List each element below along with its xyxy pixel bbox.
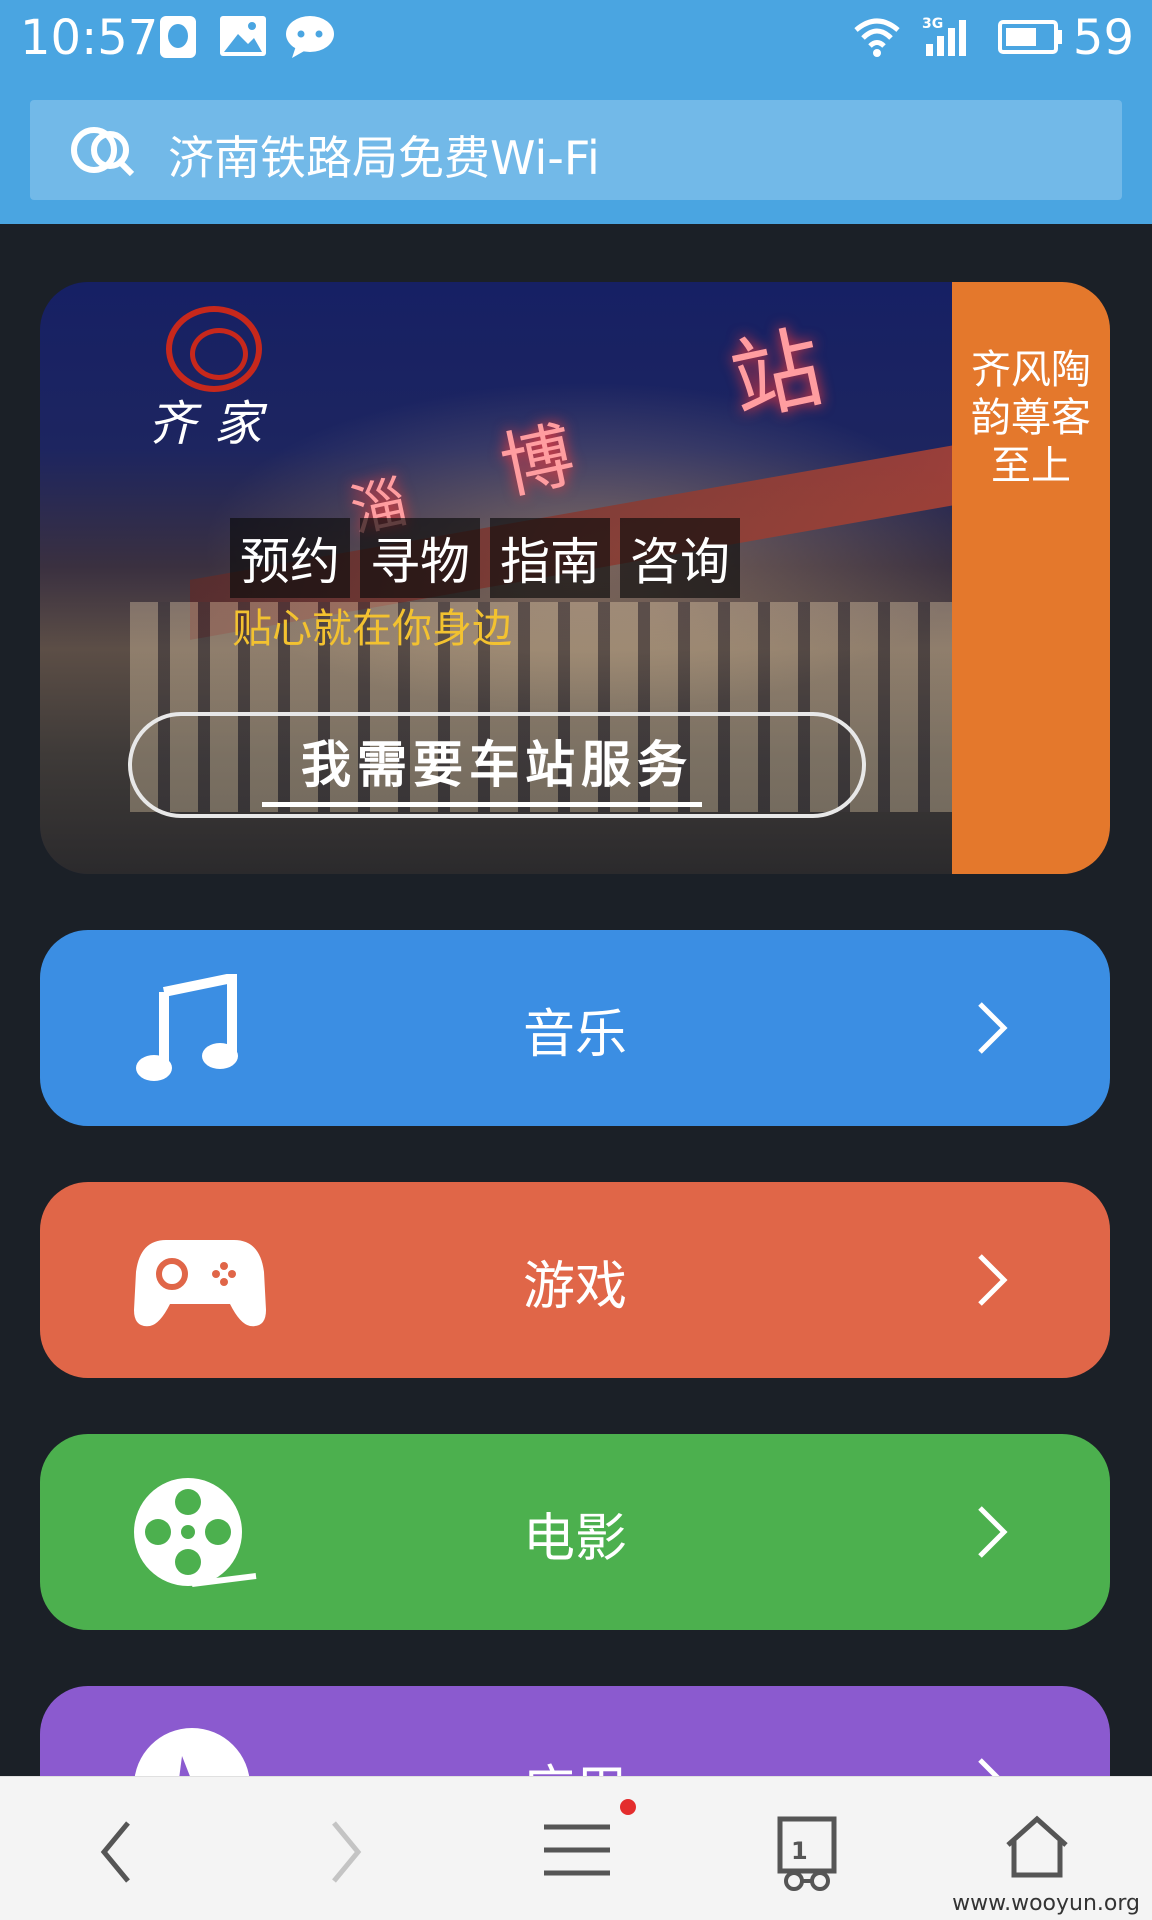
category-game[interactable]: 游戏 (40, 1182, 1110, 1378)
category-label: 音乐 (522, 1005, 627, 1065)
forward-icon[interactable] (326, 1817, 366, 1887)
service-tag: 指南 (490, 518, 610, 598)
bottom-nav-bar: 1 www.wooyun.org (0, 1776, 1152, 1920)
svg-text:3G: 3G (922, 16, 943, 32)
sign-char: 博 (493, 412, 582, 510)
slogan-side-tab: 齐风陶韵尊客至上 (952, 282, 1110, 874)
category-music[interactable]: 音乐 (40, 930, 1110, 1126)
chevron-right-icon (978, 1506, 1008, 1558)
brand-logo-text: 齐家 (148, 396, 281, 452)
watermark: www.wooyun.org (952, 1891, 1140, 1916)
service-tag: 寻物 (360, 518, 480, 598)
station-photo: 站 博 淄 齐家 预约 寻物 指南 咨询 贴心就在你身边 我需要车站服务 (40, 282, 960, 874)
wechat-icon (286, 16, 334, 58)
chevron-right-icon (978, 1254, 1008, 1306)
category-label: 电影 (522, 1509, 627, 1569)
brand-logo-icon (166, 306, 262, 392)
battery-percent: 59 (1072, 10, 1134, 66)
banner-tagline: 贴心就在你身边 (232, 606, 512, 652)
notification-dot (620, 1799, 636, 1815)
service-tags: 预约 寻物 指南 咨询 (230, 518, 740, 598)
tab-count: 1 (791, 1837, 808, 1865)
address-bar[interactable]: 济南铁路局免费Wi-Fi (30, 100, 1122, 200)
back-icon[interactable] (96, 1817, 136, 1887)
signal-icon: 3G (922, 16, 966, 56)
service-tag: 咨询 (620, 518, 740, 598)
status-time: 10:57 (20, 10, 159, 66)
qq-icon (160, 16, 196, 58)
chevron-right-icon (978, 1002, 1008, 1054)
wifi-brand-icon (71, 127, 135, 177)
category-label: 游戏 (522, 1257, 627, 1317)
service-tag: 预约 (230, 518, 350, 598)
sign-char: 站 (721, 314, 832, 437)
home-icon[interactable] (1002, 1813, 1072, 1881)
tabs-icon[interactable] (776, 1815, 840, 1891)
menu-icon[interactable] (542, 1819, 612, 1881)
battery-icon (998, 20, 1062, 54)
page-title: 济南铁路局免费Wi-Fi (168, 131, 600, 185)
browser-header: 济南铁路局免费Wi-Fi (0, 78, 1152, 224)
status-bar: 10:57 3G 59 (0, 0, 1152, 78)
slogan-text: 齐风陶韵尊客至上 (971, 347, 1091, 489)
station-banner[interactable]: 站 博 淄 齐家 预约 寻物 指南 咨询 贴心就在你身边 我需要车站服务 齐风陶… (40, 282, 1110, 874)
category-movie[interactable]: 电影 (40, 1434, 1110, 1630)
wifi-icon (854, 18, 900, 57)
gallery-icon (220, 16, 266, 56)
